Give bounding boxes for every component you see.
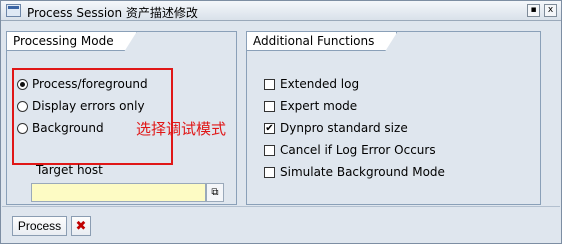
value-help-icon: ⧉ [211,187,219,198]
radio-label: Background [32,121,104,135]
cancel-icon: ✖ [75,218,87,233]
checkbox[interactable] [264,78,275,90]
checkbox-dynpro-standard-size[interactable]: ✔ Dynpro standard size [264,120,408,136]
checkbox-cancel-if-log-error[interactable]: Cancel if Log Error Occurs [264,142,436,158]
annotation-text: 选择调试模式 [136,120,227,138]
dialog-body: Processing Mode Process/foreground Displ… [2,22,560,205]
checkbox[interactable] [264,100,275,112]
checkbox-label: Expert mode [280,99,358,113]
checkbox-expert-mode[interactable]: Expert mode [264,98,357,114]
title-bar: Process Session 资产描述修改 ▪ x [1,1,561,21]
checkbox-label: Cancel if Log Error Occurs [280,143,436,157]
checkbox-label: Dynpro standard size [280,121,408,135]
checkbox[interactable] [264,166,275,178]
radio-button-selected[interactable] [17,78,28,90]
checkbox[interactable] [264,144,275,156]
cancel-button[interactable]: ✖ [71,216,91,236]
checkbox-checked[interactable]: ✔ [264,122,275,134]
window-menu-icon[interactable]: ▪ [527,4,540,17]
window-title: Process Session 资产描述修改 [27,6,198,20]
radio-button[interactable] [17,100,28,112]
process-session-dialog: Process Session 资产描述修改 ▪ x Processing Mo… [0,0,562,244]
checkbox-extended-log[interactable]: Extended log [264,76,359,92]
checkbox-label: Extended log [280,77,360,91]
process-button[interactable]: Process [12,216,67,236]
close-window-button[interactable]: x [544,4,557,17]
checkbox-simulate-background-mode[interactable]: Simulate Background Mode [264,164,445,180]
radio-label: Display errors only [32,99,145,113]
window-app-icon [6,4,21,17]
radio-button[interactable] [17,122,28,134]
target-host-input[interactable] [31,183,206,202]
radio-background[interactable]: Background [17,120,104,136]
dialog-footer: Process ✖ [2,206,560,243]
target-host-label: Target host [36,163,103,177]
radio-label: Process/foreground [32,77,148,91]
radio-display-errors-only[interactable]: Display errors only [17,98,145,114]
radio-process-foreground[interactable]: Process/foreground [17,76,148,92]
additional-functions-header: Additional Functions [247,32,397,51]
processing-mode-header: Processing Mode [7,32,137,51]
checkbox-label: Simulate Background Mode [280,165,445,179]
value-help-button[interactable]: ⧉ [206,183,224,202]
